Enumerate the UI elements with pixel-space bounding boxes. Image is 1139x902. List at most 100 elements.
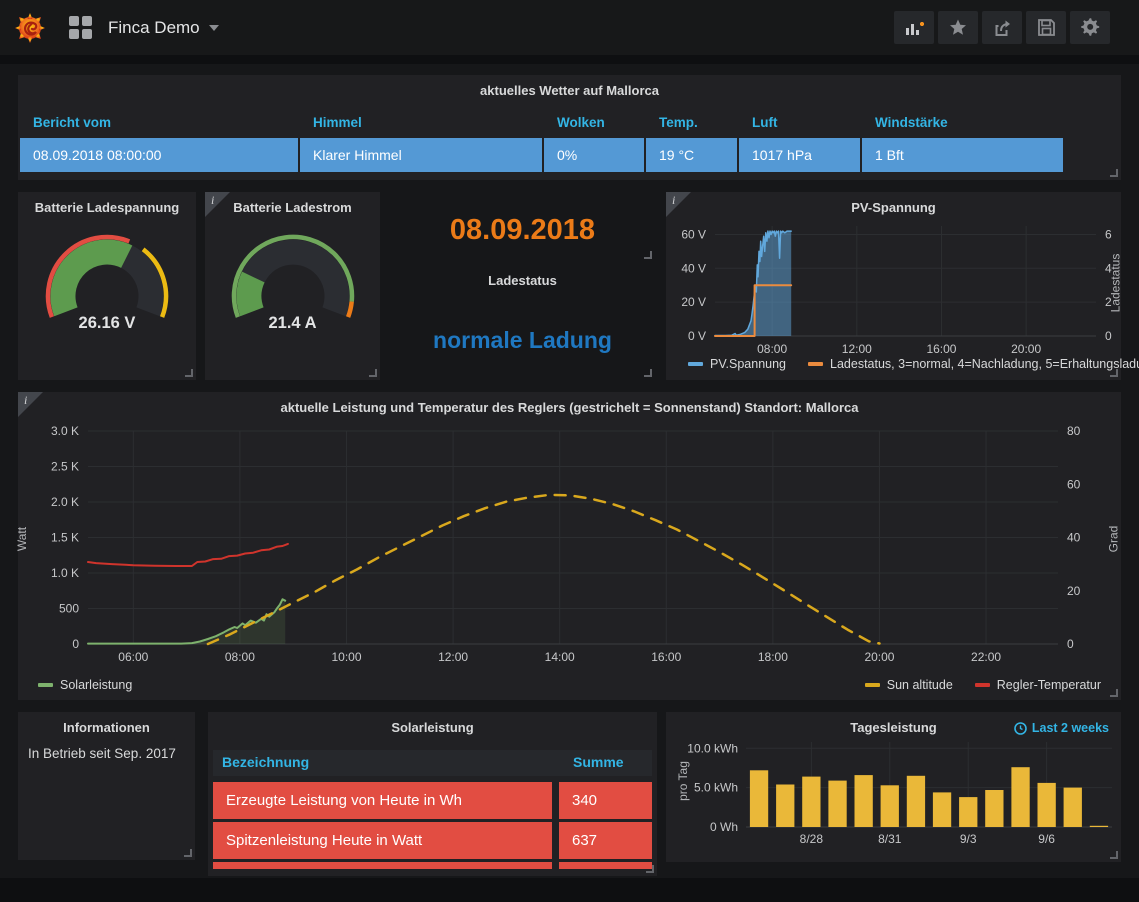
grafana-dashboard: Finca Demo bbox=[0, 0, 1139, 902]
weather-cell: 08.09.2018 08:00:00 bbox=[20, 138, 298, 172]
svg-text:6: 6 bbox=[1105, 227, 1112, 241]
legend-label: Regler-Temperatur bbox=[997, 678, 1101, 692]
date-value: 08.09.2018 bbox=[390, 214, 655, 247]
main-right-axis-label: Grad bbox=[1107, 526, 1121, 553]
legend-item[interactable]: Solarleistung bbox=[38, 678, 132, 692]
info-icon[interactable]: i bbox=[205, 192, 230, 217]
svg-text:0 V: 0 V bbox=[688, 329, 706, 343]
svg-text:80: 80 bbox=[1067, 424, 1081, 438]
svg-text:16:00: 16:00 bbox=[926, 342, 956, 356]
panel-title[interactable]: Informationen bbox=[18, 712, 195, 735]
panel-title[interactable]: PV-Spannung bbox=[666, 192, 1121, 215]
ladestatus-value: normale Ladung bbox=[390, 327, 655, 354]
svg-text:60: 60 bbox=[1067, 477, 1081, 491]
time-range-picker[interactable]: Last 2 weeks bbox=[1014, 721, 1109, 735]
panel-title[interactable]: aktuelle Leistung und Temperatur des Reg… bbox=[18, 392, 1121, 415]
legend-swatch bbox=[865, 683, 880, 687]
legend-item[interactable]: Regler-Temperatur bbox=[975, 678, 1101, 692]
star-button[interactable] bbox=[938, 11, 978, 44]
legend-label: Sun altitude bbox=[887, 678, 953, 692]
pv-chart: 08:0012:0016:0020:000 V20 V40 V60 V0246 bbox=[666, 216, 1121, 358]
panel-solarleistung: Solarleistung Bezeichnung Summe Erzeugte… bbox=[208, 712, 657, 876]
grafana-logo[interactable] bbox=[13, 11, 47, 45]
save-button[interactable] bbox=[1026, 11, 1066, 44]
svg-text:1.0 K: 1.0 K bbox=[51, 566, 79, 580]
solar-row-value: 340 bbox=[559, 782, 652, 819]
weather-column-header[interactable]: Bericht vom bbox=[20, 115, 298, 130]
legend-item[interactable]: PV.Spannung bbox=[688, 357, 786, 371]
bottom-strip bbox=[0, 878, 1139, 902]
main-legend-right: Sun altitude Regler-Temperatur bbox=[865, 678, 1101, 692]
svg-text:20:00: 20:00 bbox=[1011, 342, 1041, 356]
main-legend-left: Solarleistung bbox=[38, 678, 132, 692]
solar-row-value bbox=[559, 862, 652, 869]
legend-label: Ladestatus, 3=normal, 4=Nachladung, 5=Er… bbox=[830, 357, 1139, 371]
dashboard-picker-icon[interactable] bbox=[69, 16, 92, 39]
panel-title[interactable]: Batterie Ladespannung bbox=[18, 192, 196, 215]
panel-title[interactable]: Ladestatus bbox=[390, 265, 655, 288]
weather-column-header[interactable]: Luft bbox=[739, 115, 860, 130]
svg-text:2.0 K: 2.0 K bbox=[51, 495, 79, 509]
weather-column-header[interactable]: Himmel bbox=[300, 115, 542, 130]
svg-text:8/28: 8/28 bbox=[800, 832, 824, 846]
weather-cell: 1017 hPa bbox=[739, 138, 860, 172]
svg-text:08:00: 08:00 bbox=[225, 650, 255, 664]
weather-cell: Klarer Himmel bbox=[300, 138, 542, 172]
panel-ladestatus: Ladestatus normale Ladung bbox=[390, 265, 655, 380]
svg-text:10:00: 10:00 bbox=[331, 650, 361, 664]
solar-row-label: Erzeugte Leistung von Heute in Wh bbox=[213, 782, 552, 819]
main-left-axis-label: Watt bbox=[15, 527, 29, 551]
weather-cell: 1 Bft bbox=[862, 138, 1063, 172]
weather-cell: 19 °C bbox=[646, 138, 737, 172]
add-panel-button[interactable] bbox=[894, 11, 934, 44]
panel-title[interactable]: aktuelles Wetter auf Mallorca bbox=[18, 75, 1121, 98]
svg-text:0: 0 bbox=[1067, 637, 1074, 651]
panel-title[interactable]: Solarleistung bbox=[208, 712, 657, 735]
legend-item[interactable]: Ladestatus, 3=normal, 4=Nachladung, 5=Er… bbox=[808, 357, 1139, 371]
svg-text:9/6: 9/6 bbox=[1038, 832, 1055, 846]
info-text: In Betrieb seit Sep. 2017 bbox=[28, 746, 176, 761]
svg-text:0: 0 bbox=[1105, 329, 1112, 343]
svg-text:9/3: 9/3 bbox=[960, 832, 977, 846]
panel-main-chart: i aktuelle Leistung und Temperatur des R… bbox=[18, 392, 1121, 700]
daily-bar-chart: 8/28 8/31 9/3 9/6 0 Wh 5.0 kWh 10.0 kWh bbox=[668, 736, 1119, 848]
svg-text:18:00: 18:00 bbox=[758, 650, 788, 664]
clock-icon bbox=[1014, 722, 1027, 735]
solar-col-summe[interactable]: Summe bbox=[573, 754, 624, 770]
svg-text:20 V: 20 V bbox=[681, 295, 706, 309]
solar-table-row: Erzeugte Leistung von Heute in Wh340 bbox=[213, 782, 652, 819]
svg-text:0 Wh: 0 Wh bbox=[710, 820, 738, 834]
current-gauge-value: 21.4 A bbox=[205, 314, 380, 333]
solar-row-value: 637 bbox=[559, 822, 652, 859]
weather-column-header[interactable]: Wolken bbox=[544, 115, 644, 130]
solar-table-row-partial bbox=[213, 862, 652, 869]
svg-text:06:00: 06:00 bbox=[118, 650, 148, 664]
daily-y-axis-label: pro Tag bbox=[676, 761, 690, 801]
svg-text:20:00: 20:00 bbox=[864, 650, 894, 664]
voltage-gauge-value: 26.16 V bbox=[18, 314, 196, 333]
settings-button[interactable] bbox=[1070, 11, 1110, 44]
svg-text:8/31: 8/31 bbox=[878, 832, 902, 846]
share-button[interactable] bbox=[982, 11, 1022, 44]
svg-text:22:00: 22:00 bbox=[971, 650, 1001, 664]
legend-label: PV.Spannung bbox=[710, 357, 786, 371]
pv-right-axis-label: Ladestatus bbox=[1109, 254, 1123, 313]
svg-text:10.0 kWh: 10.0 kWh bbox=[687, 741, 738, 755]
legend-swatch bbox=[808, 362, 823, 366]
solar-col-bezeichnung[interactable]: Bezeichnung bbox=[222, 754, 309, 770]
svg-text:12:00: 12:00 bbox=[438, 650, 468, 664]
navbar-actions bbox=[894, 11, 1110, 44]
chevron-down-icon[interactable] bbox=[209, 25, 219, 31]
legend-item[interactable]: Sun altitude bbox=[865, 678, 953, 692]
panel-informationen: Informationen In Betrieb seit Sep. 2017 bbox=[18, 712, 195, 860]
weather-cell: 0% bbox=[544, 138, 644, 172]
weather-column-header[interactable]: Temp. bbox=[646, 115, 737, 130]
panel-pv-voltage: i PV-Spannung 08:0012:0016:0020:000 V20 … bbox=[666, 192, 1121, 380]
dashboard-title[interactable]: Finca Demo bbox=[108, 18, 200, 38]
svg-text:12:00: 12:00 bbox=[842, 342, 872, 356]
svg-text:2.5 K: 2.5 K bbox=[51, 460, 79, 474]
info-icon[interactable]: i bbox=[666, 192, 691, 217]
weather-column-header[interactable]: Windstärke bbox=[862, 115, 1063, 130]
panel-title[interactable]: Batterie Ladestrom bbox=[205, 192, 380, 215]
svg-text:5.0 kWh: 5.0 kWh bbox=[694, 781, 738, 795]
